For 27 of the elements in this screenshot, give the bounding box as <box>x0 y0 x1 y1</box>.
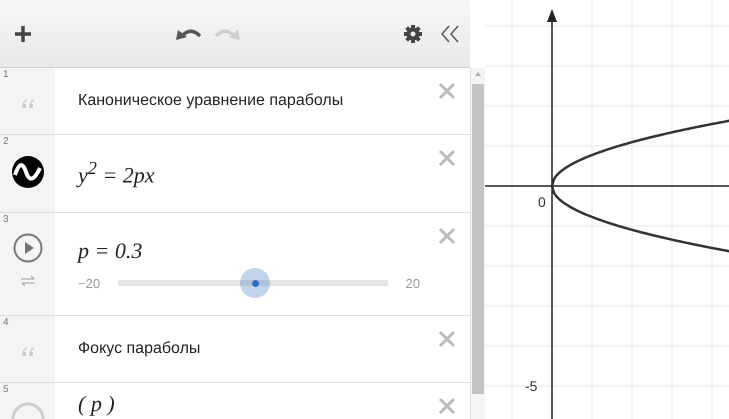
line-number: 2 <box>3 136 9 147</box>
tick-label: 0 <box>538 194 546 210</box>
close-icon[interactable] <box>438 82 456 100</box>
undo-icon[interactable] <box>175 26 201 40</box>
line-number: 1 <box>3 69 9 80</box>
close-icon[interactable] <box>438 330 456 348</box>
add-icon[interactable] <box>14 24 32 42</box>
slider-thumb[interactable] <box>240 268 270 298</box>
quote-icon[interactable] <box>20 98 34 109</box>
close-icon[interactable] <box>438 397 456 415</box>
wave-icon[interactable] <box>10 155 44 189</box>
close-icon[interactable] <box>438 227 456 245</box>
equation[interactable]: p = 0.3 <box>78 238 420 264</box>
repeat-icon[interactable] <box>20 275 36 287</box>
tick-label: -5 <box>525 378 538 394</box>
collapse-icon[interactable] <box>440 24 460 42</box>
line-number: 4 <box>3 317 9 328</box>
equation[interactable]: y$^{2}$ = 2px <box>78 158 420 189</box>
settings-icon[interactable] <box>404 24 422 42</box>
line-number: 3 <box>3 214 9 225</box>
note-text[interactable]: Фокус параболы <box>78 340 420 358</box>
note-text[interactable]: Каноническое уравнение параболы <box>78 92 420 110</box>
equation[interactable]: ( p ) <box>78 390 420 416</box>
quote-icon[interactable] <box>20 346 34 357</box>
close-icon[interactable] <box>438 149 456 167</box>
line-number: 5 <box>3 384 9 395</box>
play-icon[interactable] <box>12 233 42 263</box>
